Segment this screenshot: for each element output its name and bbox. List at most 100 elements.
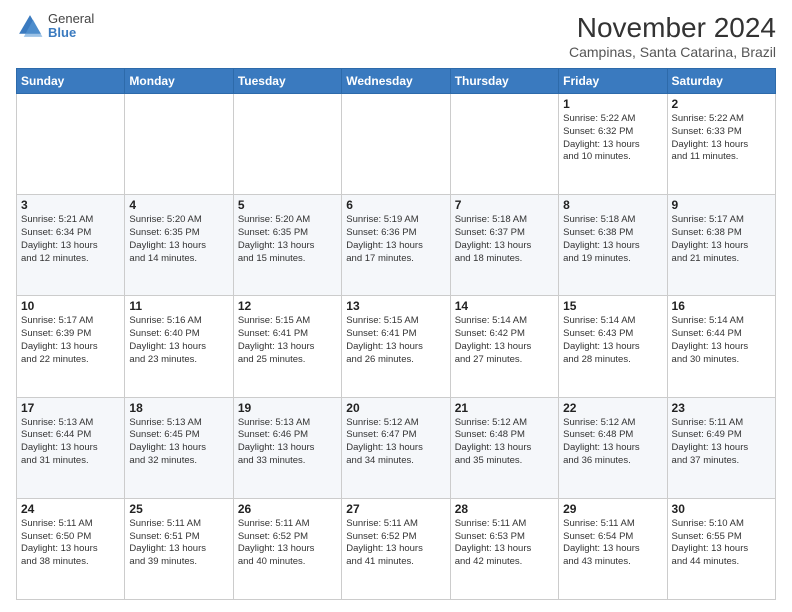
day-info: Sunrise: 5:14 AM Sunset: 6:44 PM Dayligh… (672, 315, 771, 366)
calendar-cell (125, 94, 233, 195)
calendar-cell: 18 Sunrise: 5:13 AM Sunset: 6:45 PM Dayli… (125, 397, 233, 498)
day-info: Sunrise: 5:13 AM Sunset: 6:46 PM Dayligh… (238, 417, 337, 468)
calendar-cell: 21Sunrise: 5:12 AM Sunset: 6:48 PM Dayli… (450, 397, 558, 498)
calendar-cell: 10Sunrise: 5:17 AM Sunset: 6:39 PM Dayli… (17, 296, 125, 397)
day-info: Sunrise: 5:14 AM Sunset: 6:42 PM Dayligh… (455, 315, 554, 366)
day-number: 30 (672, 502, 771, 516)
day-info: Sunrise: 5:11 AM Sunset: 6:50 PM Dayligh… (21, 518, 120, 569)
calendar-cell: 13 Sunrise: 5:15 AM Sunset: 6:41 PM Dayli… (342, 296, 450, 397)
day-info: Sunrise: 5:11 AM Sunset: 6:54 PM Dayligh… (563, 518, 662, 569)
calendar-cell: 16 Sunrise: 5:14 AM Sunset: 6:44 PM Dayli… (667, 296, 775, 397)
calendar-cell: 27 Sunrise: 5:11 AM Sunset: 6:52 PM Dayli… (342, 498, 450, 599)
day-number: 13 (346, 299, 445, 313)
calendar-header-row: SundayMondayTuesdayWednesdayThursdayFrid… (17, 69, 776, 94)
day-number: 27 (346, 502, 445, 516)
day-number: 4 (129, 198, 228, 212)
calendar-cell: 2 Sunrise: 5:22 AM Sunset: 6:33 PM Daylig… (667, 94, 775, 195)
calendar-week-row: 10Sunrise: 5:17 AM Sunset: 6:39 PM Dayli… (17, 296, 776, 397)
calendar-cell: 26 Sunrise: 5:11 AM Sunset: 6:52 PM Dayli… (233, 498, 341, 599)
calendar-cell: 4 Sunrise: 5:20 AM Sunset: 6:35 PM Daylig… (125, 195, 233, 296)
calendar-cell: 25Sunrise: 5:11 AM Sunset: 6:51 PM Dayli… (125, 498, 233, 599)
day-info: Sunrise: 5:11 AM Sunset: 6:52 PM Dayligh… (346, 518, 445, 569)
logo-text: General Blue (48, 12, 94, 41)
calendar-cell: 6Sunrise: 5:19 AM Sunset: 6:36 PM Daylig… (342, 195, 450, 296)
calendar-cell: 5Sunrise: 5:20 AM Sunset: 6:35 PM Daylig… (233, 195, 341, 296)
day-info: Sunrise: 5:16 AM Sunset: 6:40 PM Dayligh… (129, 315, 228, 366)
logo-general: General (48, 12, 94, 26)
calendar-cell (17, 94, 125, 195)
day-info: Sunrise: 5:17 AM Sunset: 6:38 PM Dayligh… (672, 214, 771, 265)
day-number: 20 (346, 401, 445, 415)
day-info: Sunrise: 5:10 AM Sunset: 6:55 PM Dayligh… (672, 518, 771, 569)
day-info: Sunrise: 5:20 AM Sunset: 6:35 PM Dayligh… (129, 214, 228, 265)
day-info: Sunrise: 5:12 AM Sunset: 6:48 PM Dayligh… (563, 417, 662, 468)
day-number: 14 (455, 299, 554, 313)
day-number: 16 (672, 299, 771, 313)
page: General Blue November 2024 Campinas, San… (0, 0, 792, 612)
calendar-cell: 19 Sunrise: 5:13 AM Sunset: 6:46 PM Dayli… (233, 397, 341, 498)
weekday-header: Friday (559, 69, 667, 94)
weekday-header: Thursday (450, 69, 558, 94)
day-number: 1 (563, 97, 662, 111)
calendar-table: SundayMondayTuesdayWednesdayThursdayFrid… (16, 68, 776, 600)
day-number: 11 (129, 299, 228, 313)
logo: General Blue (16, 12, 94, 41)
calendar-cell: 29Sunrise: 5:11 AM Sunset: 6:54 PM Dayli… (559, 498, 667, 599)
calendar-cell: 23 Sunrise: 5:11 AM Sunset: 6:49 PM Dayli… (667, 397, 775, 498)
calendar-cell (342, 94, 450, 195)
location: Campinas, Santa Catarina, Brazil (569, 44, 776, 60)
calendar-cell: 1Sunrise: 5:22 AM Sunset: 6:32 PM Daylig… (559, 94, 667, 195)
calendar-week-row: 17 Sunrise: 5:13 AM Sunset: 6:44 PM Dayli… (17, 397, 776, 498)
calendar-cell: 17 Sunrise: 5:13 AM Sunset: 6:44 PM Dayli… (17, 397, 125, 498)
day-number: 17 (21, 401, 120, 415)
day-number: 22 (563, 401, 662, 415)
day-info: Sunrise: 5:11 AM Sunset: 6:53 PM Dayligh… (455, 518, 554, 569)
month-title: November 2024 (569, 12, 776, 44)
weekday-header: Saturday (667, 69, 775, 94)
calendar-cell: 8 Sunrise: 5:18 AM Sunset: 6:38 PM Daylig… (559, 195, 667, 296)
day-number: 8 (563, 198, 662, 212)
weekday-header: Monday (125, 69, 233, 94)
day-info: Sunrise: 5:18 AM Sunset: 6:38 PM Dayligh… (563, 214, 662, 265)
day-number: 23 (672, 401, 771, 415)
calendar-cell: 11 Sunrise: 5:16 AM Sunset: 6:40 PM Dayli… (125, 296, 233, 397)
day-number: 28 (455, 502, 554, 516)
day-number: 21 (455, 401, 554, 415)
day-number: 15 (563, 299, 662, 313)
weekday-header: Wednesday (342, 69, 450, 94)
calendar-cell (233, 94, 341, 195)
day-info: Sunrise: 5:21 AM Sunset: 6:34 PM Dayligh… (21, 214, 120, 265)
day-number: 19 (238, 401, 337, 415)
day-number: 2 (672, 97, 771, 111)
calendar-cell: 3Sunrise: 5:21 AM Sunset: 6:34 PM Daylig… (17, 195, 125, 296)
day-info: Sunrise: 5:13 AM Sunset: 6:44 PM Dayligh… (21, 417, 120, 468)
calendar-cell: 22 Sunrise: 5:12 AM Sunset: 6:48 PM Dayli… (559, 397, 667, 498)
calendar-cell: 15Sunrise: 5:14 AM Sunset: 6:43 PM Dayli… (559, 296, 667, 397)
day-number: 7 (455, 198, 554, 212)
calendar-cell: 24 Sunrise: 5:11 AM Sunset: 6:50 PM Dayli… (17, 498, 125, 599)
day-info: Sunrise: 5:15 AM Sunset: 6:41 PM Dayligh… (346, 315, 445, 366)
day-number: 18 (129, 401, 228, 415)
day-number: 26 (238, 502, 337, 516)
calendar-cell (450, 94, 558, 195)
header: General Blue November 2024 Campinas, San… (16, 12, 776, 60)
day-info: Sunrise: 5:13 AM Sunset: 6:45 PM Dayligh… (129, 417, 228, 468)
day-number: 6 (346, 198, 445, 212)
day-number: 24 (21, 502, 120, 516)
calendar-week-row: 24 Sunrise: 5:11 AM Sunset: 6:50 PM Dayli… (17, 498, 776, 599)
weekday-header: Sunday (17, 69, 125, 94)
logo-icon (16, 12, 44, 40)
calendar-cell: 20 Sunrise: 5:12 AM Sunset: 6:47 PM Dayli… (342, 397, 450, 498)
calendar-cell: 12Sunrise: 5:15 AM Sunset: 6:41 PM Dayli… (233, 296, 341, 397)
day-info: Sunrise: 5:22 AM Sunset: 6:33 PM Dayligh… (672, 113, 771, 164)
day-number: 25 (129, 502, 228, 516)
calendar-week-row: 3Sunrise: 5:21 AM Sunset: 6:34 PM Daylig… (17, 195, 776, 296)
calendar-cell: 30 Sunrise: 5:10 AM Sunset: 6:55 PM Dayli… (667, 498, 775, 599)
day-info: Sunrise: 5:20 AM Sunset: 6:35 PM Dayligh… (238, 214, 337, 265)
calendar-cell: 9Sunrise: 5:17 AM Sunset: 6:38 PM Daylig… (667, 195, 775, 296)
day-info: Sunrise: 5:11 AM Sunset: 6:49 PM Dayligh… (672, 417, 771, 468)
calendar-cell: 28 Sunrise: 5:11 AM Sunset: 6:53 PM Dayli… (450, 498, 558, 599)
day-info: Sunrise: 5:12 AM Sunset: 6:47 PM Dayligh… (346, 417, 445, 468)
day-info: Sunrise: 5:11 AM Sunset: 6:52 PM Dayligh… (238, 518, 337, 569)
day-info: Sunrise: 5:18 AM Sunset: 6:37 PM Dayligh… (455, 214, 554, 265)
